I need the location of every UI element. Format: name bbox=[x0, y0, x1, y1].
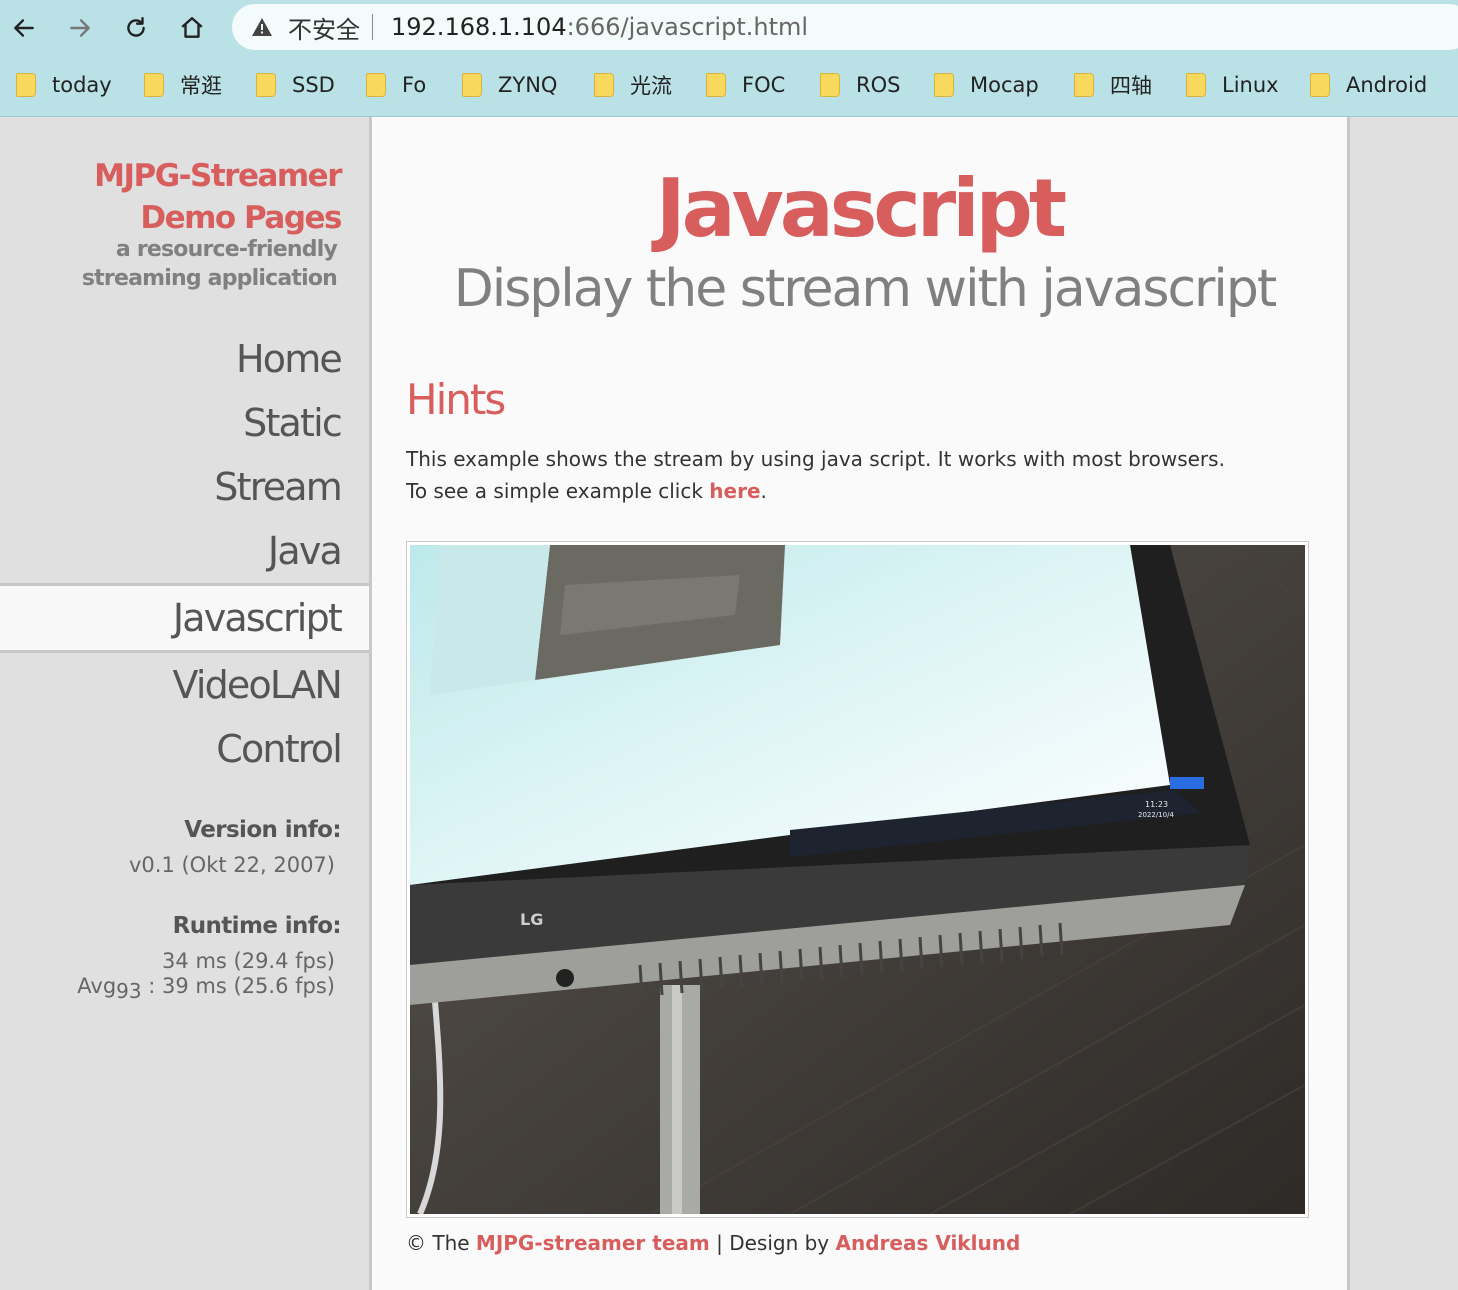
folder-icon bbox=[16, 73, 36, 97]
bookmark-zynq[interactable]: ZYNQ bbox=[462, 64, 557, 106]
stream-image[interactable]: LG 11:23 2022/10/4 bbox=[410, 545, 1305, 1214]
tagline-line2: streaming application bbox=[81, 266, 338, 291]
sidebar-item-stream[interactable]: Stream bbox=[0, 455, 369, 519]
main-content: Javascript Display the stream with javas… bbox=[372, 117, 1347, 1290]
brand-line1: MJPG-Streamer bbox=[94, 158, 342, 194]
address-separator bbox=[372, 14, 373, 40]
runtime-frame-time: 34 ms (29.4 fps) bbox=[162, 949, 335, 973]
sidebar-item-javascript[interactable]: Javascript bbox=[0, 583, 369, 653]
avg-count: 93 bbox=[116, 979, 142, 1004]
designer-link[interactable]: Andreas Viklund bbox=[836, 1231, 1021, 1255]
bookmark-sizhou[interactable]: 四轴 bbox=[1074, 64, 1152, 106]
monitor-logo: LG bbox=[520, 910, 543, 929]
team-link[interactable]: MJPG-streamer team bbox=[476, 1231, 710, 1255]
folder-icon bbox=[934, 73, 954, 97]
sidebar-item-static[interactable]: Static bbox=[0, 391, 369, 455]
sidebar: MJPG-Streamer Demo Pages a resource-frie… bbox=[0, 117, 372, 1290]
sidebar-menu: Home Static Stream Java Javascript Video… bbox=[0, 327, 369, 781]
webcam-frame-illustration: LG 11:23 2022/10/4 bbox=[410, 545, 1305, 1214]
home-icon bbox=[181, 17, 203, 38]
bookmark-android[interactable]: Android bbox=[1310, 64, 1427, 106]
url-path: :666/javascript.html bbox=[566, 13, 809, 41]
bookmark-guangliu[interactable]: 光流 bbox=[594, 64, 672, 106]
folder-icon bbox=[256, 73, 276, 97]
reload-button[interactable] bbox=[116, 8, 156, 48]
bookmark-linux[interactable]: Linux bbox=[1186, 64, 1279, 106]
folder-icon bbox=[1310, 73, 1330, 97]
brand-line2: Demo Pages bbox=[140, 200, 342, 236]
sidebar-item-java[interactable]: Java bbox=[0, 519, 369, 583]
folder-icon bbox=[820, 73, 840, 97]
right-gutter bbox=[1347, 117, 1350, 1290]
browser-chrome: 不安全 192.168.1.104:666/javascript.html to… bbox=[0, 0, 1458, 117]
bookmark-mocap[interactable]: Mocap bbox=[934, 64, 1039, 106]
folder-icon bbox=[144, 73, 164, 97]
runtime-heading: Runtime info: bbox=[172, 913, 342, 939]
version-value: v0.1 (Okt 22, 2007) bbox=[128, 853, 335, 877]
bookmark-fo[interactable]: Fo bbox=[366, 64, 426, 106]
url-text[interactable]: 192.168.1.104:666/javascript.html bbox=[391, 13, 808, 41]
site-brand[interactable]: MJPG-Streamer Demo Pages bbox=[94, 155, 342, 239]
here-link[interactable]: here bbox=[709, 479, 760, 503]
warning-icon bbox=[252, 18, 272, 36]
version-heading: Version info: bbox=[184, 817, 341, 843]
bookmarks-bar: today 常逛 SSD Fo ZYNQ 光流 FOC ROS Mocap 四轴… bbox=[0, 64, 1458, 106]
bookmark-ssd[interactable]: SSD bbox=[256, 64, 335, 106]
runtime-average: Avg93 : 39 ms (25.6 fps) bbox=[77, 974, 335, 1003]
address-bar[interactable]: 不安全 192.168.1.104:666/javascript.html bbox=[232, 4, 1458, 50]
avg-value: : 39 ms (25.6 fps) bbox=[141, 974, 335, 998]
bookmark-today[interactable]: today bbox=[16, 64, 112, 106]
bookmark-foc[interactable]: FOC bbox=[706, 64, 785, 106]
page-title: Javascript bbox=[655, 162, 1067, 255]
hints-paragraph: This example shows the stream by using j… bbox=[406, 443, 1326, 507]
folder-icon bbox=[594, 73, 614, 97]
bookmark-ros[interactable]: ROS bbox=[820, 64, 900, 106]
sidebar-item-control[interactable]: Control bbox=[0, 717, 369, 781]
sidebar-item-home[interactable]: Home bbox=[0, 327, 369, 391]
folder-icon bbox=[366, 73, 386, 97]
folder-icon bbox=[1186, 73, 1206, 97]
hints-heading: Hints bbox=[406, 375, 506, 424]
forward-arrow-icon bbox=[70, 19, 90, 37]
back-button[interactable] bbox=[4, 8, 44, 48]
taskbar-date: 2022/10/4 bbox=[1138, 811, 1174, 819]
stream-frame: LG 11:23 2022/10/4 bbox=[406, 541, 1309, 1218]
folder-icon bbox=[1074, 73, 1094, 97]
back-arrow-icon bbox=[14, 19, 34, 37]
sidebar-item-videolan[interactable]: VideoLAN bbox=[0, 653, 369, 717]
bookmark-changguang[interactable]: 常逛 bbox=[144, 64, 222, 106]
hints-line1: This example shows the stream by using j… bbox=[406, 447, 1225, 471]
page-footer: © The MJPG-streamer team | Design by And… bbox=[406, 1231, 1021, 1255]
site-tagline: a resource-friendly streaming applicatio… bbox=[81, 235, 338, 293]
folder-icon bbox=[706, 73, 726, 97]
taskbar-clock: 11:23 bbox=[1145, 800, 1168, 809]
insecure-label[interactable]: 不安全 bbox=[288, 10, 360, 45]
forward-button[interactable] bbox=[60, 8, 100, 48]
home-button[interactable] bbox=[172, 8, 212, 48]
tagline-line1: a resource-friendly bbox=[115, 237, 338, 262]
reload-icon bbox=[127, 17, 145, 37]
hints-line2: To see a simple example click here. bbox=[406, 479, 767, 503]
folder-icon bbox=[462, 73, 482, 97]
page-subtitle: Display the stream with javascript bbox=[453, 259, 1278, 319]
url-host: 192.168.1.104 bbox=[391, 13, 567, 41]
avg-label: Avg bbox=[77, 974, 117, 998]
